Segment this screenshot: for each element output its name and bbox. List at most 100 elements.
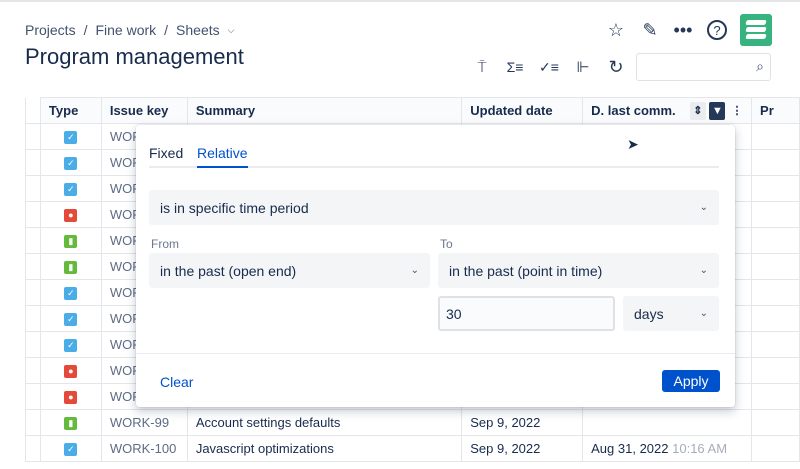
bug-icon: ● — [64, 391, 78, 405]
row-handle[interactable] — [25, 123, 41, 150]
breadcrumb-fine-work[interactable]: Fine work — [95, 22, 156, 38]
task-icon: ✓ — [64, 183, 78, 197]
priority — [751, 279, 800, 306]
type-cell: ▮ — [39, 409, 102, 436]
row-handle[interactable] — [25, 435, 41, 462]
mouse-cursor-icon: ➤ — [627, 136, 639, 152]
type-cell: ● — [39, 357, 102, 384]
row-handle[interactable] — [25, 331, 41, 358]
bug-icon: ● — [64, 365, 78, 379]
task-icon: ✓ — [64, 131, 78, 145]
checklist-icon[interactable]: ✓≡ — [537, 55, 561, 79]
paint-roller-icon[interactable]: ⍑ — [470, 55, 494, 79]
story-icon: ▮ — [64, 417, 78, 431]
more-icon[interactable]: ••• — [671, 18, 695, 42]
row-handle[interactable] — [25, 279, 41, 306]
bug-icon: ● — [64, 209, 78, 223]
priority — [751, 409, 800, 436]
condition-select[interactable]: is in specific time period ⌄ — [149, 190, 719, 225]
updated-date: Sep 9, 2022 — [461, 435, 584, 462]
row-handle[interactable] — [25, 149, 41, 176]
table-row[interactable]: ✓ WORK-100 Javascript optimizations Sep … — [25, 435, 800, 462]
priority — [751, 227, 800, 254]
chevron-down-icon: ⌄ — [699, 308, 708, 319]
priority — [751, 123, 800, 150]
last-comment — [582, 409, 753, 436]
col-issue-key[interactable]: Issue key — [100, 97, 188, 124]
col-updated[interactable]: Updated date — [461, 97, 584, 124]
issue-key[interactable]: WORK-100 — [100, 435, 188, 462]
apply-button[interactable]: Apply — [662, 370, 720, 392]
issue-key[interactable]: WORK-99 — [100, 409, 188, 436]
priority — [751, 305, 800, 332]
priority — [751, 435, 800, 462]
row-handle[interactable] — [25, 305, 41, 332]
type-cell: ✓ — [39, 149, 102, 176]
refresh-icon[interactable]: ↻ — [604, 55, 628, 79]
tab-relative[interactable]: Relative — [197, 145, 248, 168]
type-cell: ✓ — [39, 331, 102, 358]
row-handle[interactable] — [25, 383, 41, 410]
task-icon: ✓ — [64, 313, 78, 327]
top-border — [0, 0, 800, 2]
sort-icon[interactable]: ⇕ — [689, 102, 706, 120]
type-cell: ▮ — [39, 227, 102, 254]
type-cell: ✓ — [39, 175, 102, 202]
column-menu-icon[interactable]: ⋮ — [729, 102, 745, 120]
type-cell: ● — [39, 383, 102, 410]
to-label: To — [440, 237, 453, 251]
type-cell: ▮ — [39, 253, 102, 280]
sum-icon[interactable]: Σ≡ — [503, 55, 527, 79]
unit-select[interactable]: days ⌄ — [623, 296, 719, 331]
star-icon[interactable]: ☆ — [604, 18, 628, 42]
breadcrumb-sheets[interactable]: Sheets — [176, 22, 220, 38]
row-handle[interactable] — [25, 175, 41, 202]
priority — [751, 149, 800, 176]
summary: Account settings defaults — [186, 409, 463, 436]
search-input[interactable]: ⌕ — [636, 53, 771, 81]
priority — [751, 175, 800, 202]
amount-input[interactable]: 30 — [438, 296, 615, 331]
priority — [751, 383, 800, 410]
chevron-down-icon: ⌄ — [410, 265, 419, 276]
to-select[interactable]: in the past (point in time) ⌄ — [438, 253, 719, 288]
row-handle[interactable] — [25, 227, 41, 254]
table-row[interactable]: ▮ WORK-99 Account settings defaults Sep … — [25, 409, 800, 436]
search-icon: ⌕ — [756, 58, 764, 74]
table-header: Type Issue key Summary Updated date D. l… — [25, 97, 800, 124]
priority — [751, 201, 800, 228]
last-comment: Aug 31, 2022 10:16 AM — [582, 435, 753, 462]
priority — [751, 331, 800, 358]
breadcrumb: Projects / Fine work / Sheets ⌵ — [25, 22, 235, 38]
breadcrumb-projects[interactable]: Projects — [25, 22, 76, 38]
col-last-comment[interactable]: D. last comm. ⇕ ▼ ⋮ — [582, 97, 753, 124]
edit-pencil-icon[interactable]: ✎ — [638, 18, 662, 42]
type-cell: ✓ — [39, 123, 102, 150]
app-logo[interactable] — [740, 14, 772, 46]
help-icon[interactable]: ? — [707, 20, 727, 40]
row-handle[interactable] — [25, 253, 41, 280]
col-type[interactable]: Type — [39, 97, 102, 124]
task-icon: ✓ — [64, 157, 78, 171]
task-icon: ✓ — [64, 287, 78, 301]
tab-fixed[interactable]: Fixed — [149, 145, 183, 168]
type-cell: ● — [39, 201, 102, 228]
hierarchy-icon[interactable]: ⊩ — [571, 55, 595, 79]
col-summary[interactable]: Summary — [186, 97, 463, 124]
clear-button[interactable]: Clear — [160, 374, 193, 390]
row-handle[interactable] — [25, 357, 41, 384]
story-icon: ▮ — [64, 261, 78, 275]
priority — [751, 357, 800, 384]
row-handle[interactable] — [25, 409, 41, 436]
from-select[interactable]: in the past (open end) ⌄ — [149, 253, 430, 288]
filter-icon[interactable]: ▼ — [709, 102, 726, 120]
task-icon: ✓ — [64, 339, 78, 353]
row-handle[interactable] — [25, 201, 41, 228]
from-label: From — [151, 237, 179, 251]
story-icon: ▮ — [64, 235, 78, 249]
chevron-down-icon: ⌄ — [699, 202, 708, 213]
col-priority[interactable]: Pr — [751, 97, 800, 124]
type-cell: ✓ — [39, 305, 102, 332]
chevron-down-icon[interactable]: ⌵ — [228, 25, 235, 36]
divider — [136, 353, 735, 354]
